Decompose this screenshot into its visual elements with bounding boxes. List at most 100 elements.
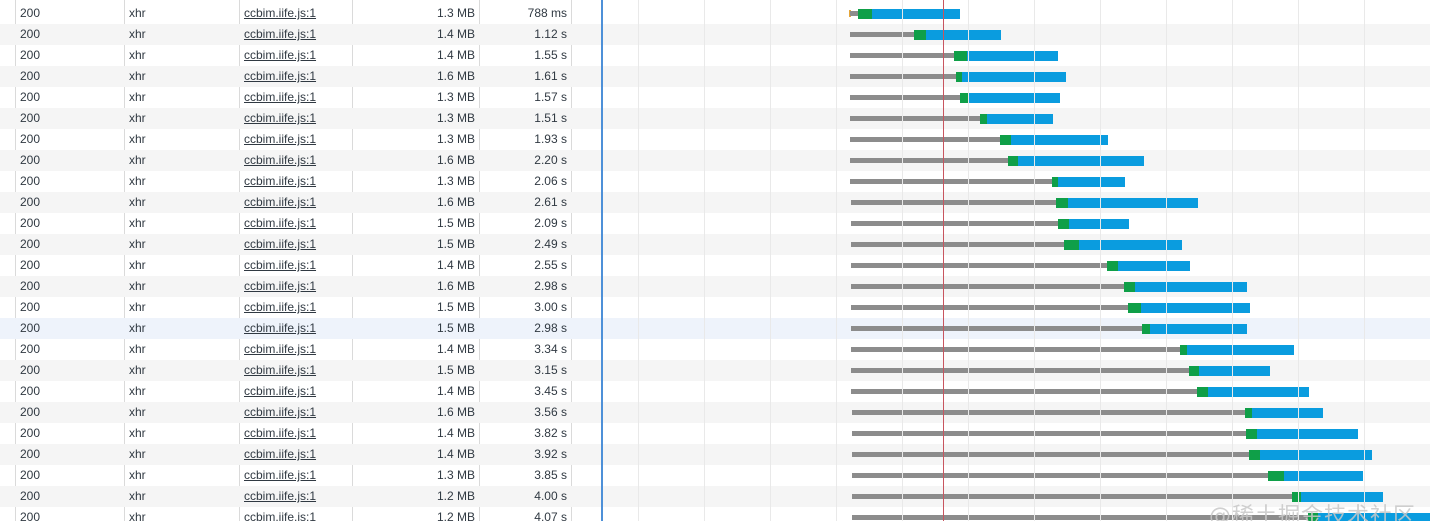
waterfall-gridline xyxy=(1298,0,1299,521)
waterfall-waiting-bar xyxy=(850,116,980,121)
initiator-link[interactable]: ccbim.iife.js:1 xyxy=(244,66,344,87)
initiator-link[interactable]: ccbim.iife.js:1 xyxy=(244,381,344,402)
table-row[interactable]: 200 xhr ccbim.iife.js:1 1.6 MB 3.56 s xyxy=(0,402,1430,423)
waterfall-download-bar xyxy=(968,93,1060,103)
time-cell: 2.49 s xyxy=(534,237,567,251)
time-cell: 2.55 s xyxy=(534,258,567,272)
waterfall-ttfb-bar xyxy=(1189,366,1199,376)
table-row[interactable]: 200 xhr ccbim.iife.js:1 1.4 MB 3.82 s xyxy=(0,423,1430,444)
time-cell: 4.00 s xyxy=(534,489,567,503)
waterfall-ttfb-bar xyxy=(1000,135,1011,145)
table-row[interactable]: 200 xhr ccbim.iife.js:1 1.5 MB 2.49 s xyxy=(0,234,1430,255)
time-cell: 2.20 s xyxy=(534,153,567,167)
initiator-link[interactable]: ccbim.iife.js:1 xyxy=(244,486,344,507)
initiator-link[interactable]: ccbim.iife.js:1 xyxy=(244,402,344,423)
initiator-link[interactable]: ccbim.iife.js:1 xyxy=(244,129,344,150)
type-cell: xhr xyxy=(129,405,146,419)
waterfall-waiting-bar xyxy=(851,263,1107,268)
size-cell: 1.4 MB xyxy=(436,342,475,356)
initiator-link[interactable]: ccbim.iife.js:1 xyxy=(244,192,344,213)
type-cell: xhr xyxy=(129,300,146,314)
size-cell: 1.4 MB xyxy=(436,426,475,440)
initiator-link[interactable]: ccbim.iife.js:1 xyxy=(244,150,344,171)
initiator-link[interactable]: ccbim.iife.js:1 xyxy=(244,276,344,297)
waterfall-download-bar xyxy=(962,72,1066,82)
table-row[interactable]: 200 xhr ccbim.iife.js:1 1.4 MB 3.92 s xyxy=(0,444,1430,465)
time-cell: 2.09 s xyxy=(534,216,567,230)
waterfall-waiting-bar xyxy=(850,32,914,37)
table-row[interactable]: 200 xhr ccbim.iife.js:1 1.3 MB 3.85 s xyxy=(0,465,1430,486)
initiator-link[interactable]: ccbim.iife.js:1 xyxy=(244,339,344,360)
waterfall-ttfb-bar xyxy=(1142,324,1150,334)
time-cell: 788 ms xyxy=(527,6,567,20)
initiator-link[interactable]: ccbim.iife.js:1 xyxy=(244,234,344,255)
initiator-link[interactable]: ccbim.iife.js:1 xyxy=(244,108,344,129)
time-cell: 3.00 s xyxy=(534,300,567,314)
table-row[interactable]: 200 xhr ccbim.iife.js:1 1.6 MB 2.98 s xyxy=(0,276,1430,297)
table-row[interactable]: 200 xhr ccbim.iife.js:1 1.5 MB 3.15 s xyxy=(0,360,1430,381)
table-row[interactable]: 200 xhr ccbim.iife.js:1 1.4 MB 3.34 s xyxy=(0,339,1430,360)
status-cell: 200 xyxy=(20,258,41,272)
waterfall-ttfb-bar xyxy=(858,9,872,19)
waterfall-ttfb-bar xyxy=(1197,387,1208,397)
waterfall-download-bar xyxy=(1011,135,1108,145)
table-row[interactable]: 200 xhr ccbim.iife.js:1 1.4 MB 1.12 s xyxy=(0,24,1430,45)
type-cell: xhr xyxy=(129,384,146,398)
size-cell: 1.3 MB xyxy=(436,468,475,482)
type-cell: xhr xyxy=(129,321,146,335)
type-cell: xhr xyxy=(129,342,146,356)
time-cell: 4.07 s xyxy=(534,510,567,521)
initiator-link[interactable]: ccbim.iife.js:1 xyxy=(244,87,344,108)
status-cell: 200 xyxy=(20,48,41,62)
size-cell: 1.3 MB xyxy=(436,132,475,146)
size-cell: 1.3 MB xyxy=(436,174,475,188)
table-row[interactable]: 200 xhr ccbim.iife.js:1 1.3 MB 1.93 s xyxy=(0,129,1430,150)
initiator-link[interactable]: ccbim.iife.js:1 xyxy=(244,444,344,465)
table-row[interactable]: 200 xhr ccbim.iife.js:1 1.4 MB 2.55 s xyxy=(0,255,1430,276)
initiator-link[interactable]: ccbim.iife.js:1 xyxy=(244,297,344,318)
waterfall-download-bar xyxy=(1284,471,1363,481)
initiator-link[interactable]: ccbim.iife.js:1 xyxy=(244,3,344,24)
waterfall-ttfb-bar xyxy=(1107,261,1118,271)
size-cell: 1.5 MB xyxy=(436,216,475,230)
table-row[interactable]: 200 xhr ccbim.iife.js:1 1.5 MB 3.00 s xyxy=(0,297,1430,318)
table-row[interactable]: 200 xhr ccbim.iife.js:1 1.6 MB 2.61 s xyxy=(0,192,1430,213)
initiator-link[interactable]: ccbim.iife.js:1 xyxy=(244,423,344,444)
size-cell: 1.5 MB xyxy=(436,363,475,377)
table-row[interactable]: 200 xhr ccbim.iife.js:1 1.4 MB 3.45 s xyxy=(0,381,1430,402)
initiator-link[interactable]: ccbim.iife.js:1 xyxy=(244,507,344,521)
initiator-link[interactable]: ccbim.iife.js:1 xyxy=(244,171,344,192)
table-row[interactable]: 200 xhr ccbim.iife.js:1 1.3 MB 1.51 s xyxy=(0,108,1430,129)
initiator-link[interactable]: ccbim.iife.js:1 xyxy=(244,45,344,66)
waterfall-download-bar xyxy=(1118,261,1190,271)
size-cell: 1.6 MB xyxy=(436,69,475,83)
initiator-link[interactable]: ccbim.iife.js:1 xyxy=(244,213,344,234)
table-row[interactable]: 200 xhr ccbim.iife.js:1 1.3 MB 2.06 s xyxy=(0,171,1430,192)
waterfall-waiting-bar xyxy=(850,11,858,16)
waterfall-ttfb-bar xyxy=(954,51,967,61)
waterfall-download-bar xyxy=(1018,156,1144,166)
initiator-link[interactable]: ccbim.iife.js:1 xyxy=(244,465,344,486)
waterfall-ttfb-bar xyxy=(1124,282,1135,292)
initiator-link[interactable]: ccbim.iife.js:1 xyxy=(244,24,344,45)
waterfall-ttfb-bar xyxy=(1008,156,1018,166)
initiator-link[interactable]: ccbim.iife.js:1 xyxy=(244,318,344,339)
size-cell: 1.6 MB xyxy=(436,279,475,293)
time-cell: 2.98 s xyxy=(534,279,567,293)
waterfall-download-bar xyxy=(1260,450,1372,460)
waterfall-download-bar xyxy=(1199,366,1270,376)
table-row[interactable]: 200 xhr ccbim.iife.js:1 1.6 MB 2.20 s xyxy=(0,150,1430,171)
waterfall-ttfb-bar xyxy=(1064,240,1079,250)
table-row[interactable]: 200 xhr ccbim.iife.js:1 1.5 MB 2.98 s xyxy=(0,318,1430,339)
table-row[interactable]: 200 xhr ccbim.iife.js:1 1.4 MB 1.55 s xyxy=(0,45,1430,66)
table-row[interactable]: 200 xhr ccbim.iife.js:1 1.5 MB 2.09 s xyxy=(0,213,1430,234)
table-row[interactable]: 200 xhr ccbim.iife.js:1 1.3 MB 1.57 s xyxy=(0,87,1430,108)
time-cell: 3.45 s xyxy=(534,384,567,398)
type-cell: xhr xyxy=(129,27,146,41)
status-cell: 200 xyxy=(20,237,41,251)
table-row[interactable]: 200 xhr ccbim.iife.js:1 1.6 MB 1.61 s xyxy=(0,66,1430,87)
table-row[interactable]: 200 xhr ccbim.iife.js:1 1.3 MB 788 ms xyxy=(0,3,1430,24)
waterfall-download-bar xyxy=(967,51,1058,61)
initiator-link[interactable]: ccbim.iife.js:1 xyxy=(244,360,344,381)
initiator-link[interactable]: ccbim.iife.js:1 xyxy=(244,255,344,276)
